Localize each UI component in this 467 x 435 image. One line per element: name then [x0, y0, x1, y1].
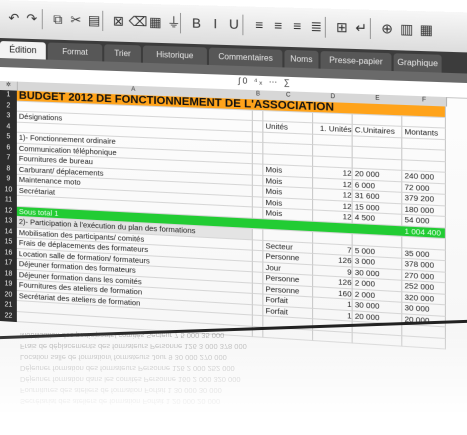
cell-b19[interactable]	[252, 293, 264, 306]
cell-b11[interactable]	[252, 207, 264, 219]
delete-icon[interactable]: ⌫	[129, 14, 148, 31]
align-center-icon[interactable]: ≡	[270, 17, 287, 34]
format-icon[interactable]: ▦	[147, 14, 163, 31]
tab-graphique[interactable]: Graphique	[393, 53, 442, 73]
spreadsheet-app: ↶ ↷ ⧉ ✂ ▤ ⊠ ⌫ ▦ ⏚ B I U ≡ ≡ ≡ ≣ ⊞ ↵ ⊕ ▥ ▦ Édition Format Trier…	[0, 0, 467, 362]
reflection-fade	[0, 330, 467, 435]
cell-b17[interactable]	[252, 272, 264, 284]
row-number[interactable]: 22	[0, 310, 17, 323]
row-number[interactable]: 2	[0, 100, 17, 112]
cell-b21[interactable]	[252, 315, 264, 328]
redo-icon[interactable]: ↷	[24, 11, 40, 28]
cell-b15[interactable]	[252, 250, 264, 263]
row-number[interactable]: 5	[0, 132, 17, 144]
paste-icon[interactable]: ▤	[86, 12, 102, 29]
copy-icon[interactable]: ⧉	[50, 11, 66, 28]
insert-icon[interactable]: ⊕	[379, 20, 396, 37]
toolbar-separator	[242, 14, 244, 36]
bold-icon[interactable]: B	[188, 15, 205, 32]
cell-b4[interactable]	[252, 131, 264, 144]
formula-symbols: ∫0 ⁴ₓ ⋯ ∑	[238, 76, 292, 88]
merge-icon[interactable]: ⊞	[333, 19, 350, 36]
wrap-icon[interactable]: ↵	[353, 20, 370, 37]
tab-noms[interactable]: Noms	[284, 49, 319, 69]
italic-icon[interactable]: I	[207, 16, 224, 33]
row-number[interactable]: 7	[0, 153, 17, 165]
cell-b7[interactable]	[252, 164, 264, 176]
columns-icon[interactable]: ▦	[418, 22, 435, 39]
clear-icon[interactable]: ⊠	[110, 13, 126, 30]
toolbar-separator	[179, 12, 182, 34]
cell-b20[interactable]	[252, 304, 264, 317]
row-number[interactable]: 3	[0, 111, 17, 123]
tab-historique[interactable]: Historique	[142, 45, 207, 65]
align-right-icon[interactable]: ≡	[289, 18, 306, 35]
row-number[interactable]: 9	[0, 174, 17, 186]
toolbar-separator	[324, 16, 326, 38]
cell-b10[interactable]	[252, 196, 264, 208]
screenshot-stage: ↶ ↷ ⧉ ✂ ▤ ⊠ ⌫ ▦ ⏚ B I U ≡ ≡ ≡ ≣ ⊞ ↵ ⊕ ▥ ▦ Édition Format Trier…	[0, 0, 467, 435]
toolbar-separator	[369, 18, 371, 40]
cell-b5[interactable]	[252, 142, 264, 154]
tab-format[interactable]: Format	[47, 42, 103, 62]
undo-icon[interactable]: ↶	[6, 10, 22, 26]
underline-icon[interactable]: U	[226, 16, 243, 33]
cut-icon[interactable]: ✂	[68, 12, 84, 29]
cell-b13[interactable]	[252, 229, 264, 241]
cell-b16[interactable]	[252, 261, 264, 273]
row-number[interactable]: 8	[0, 163, 17, 175]
cell-b8[interactable]	[252, 175, 264, 187]
cell-b3[interactable]	[252, 120, 264, 133]
cell-b18[interactable]	[252, 283, 264, 295]
align-left-icon[interactable]: ≡	[251, 17, 268, 34]
row-number[interactable]: 4	[0, 121, 17, 133]
tab-presse-papier[interactable]: Presse-papier	[320, 51, 392, 72]
justify-icon[interactable]: ≣	[308, 18, 325, 35]
cell-f12[interactable]: 1 004 400	[402, 225, 446, 240]
toolbar-separator	[102, 10, 104, 32]
tab--dition[interactable]: Édition	[0, 41, 46, 60]
cells-icon[interactable]: ▥	[398, 21, 415, 38]
row-number[interactable]: 6	[0, 142, 17, 154]
tab-trier[interactable]: Trier	[104, 44, 141, 63]
cell-b9[interactable]	[252, 185, 264, 198]
row-number[interactable]: 1	[0, 90, 17, 102]
cell-b14[interactable]	[252, 239, 264, 252]
toolbar-separator	[41, 9, 43, 30]
cell-b6[interactable]	[252, 153, 264, 165]
cell-b2[interactable]	[252, 110, 264, 122]
